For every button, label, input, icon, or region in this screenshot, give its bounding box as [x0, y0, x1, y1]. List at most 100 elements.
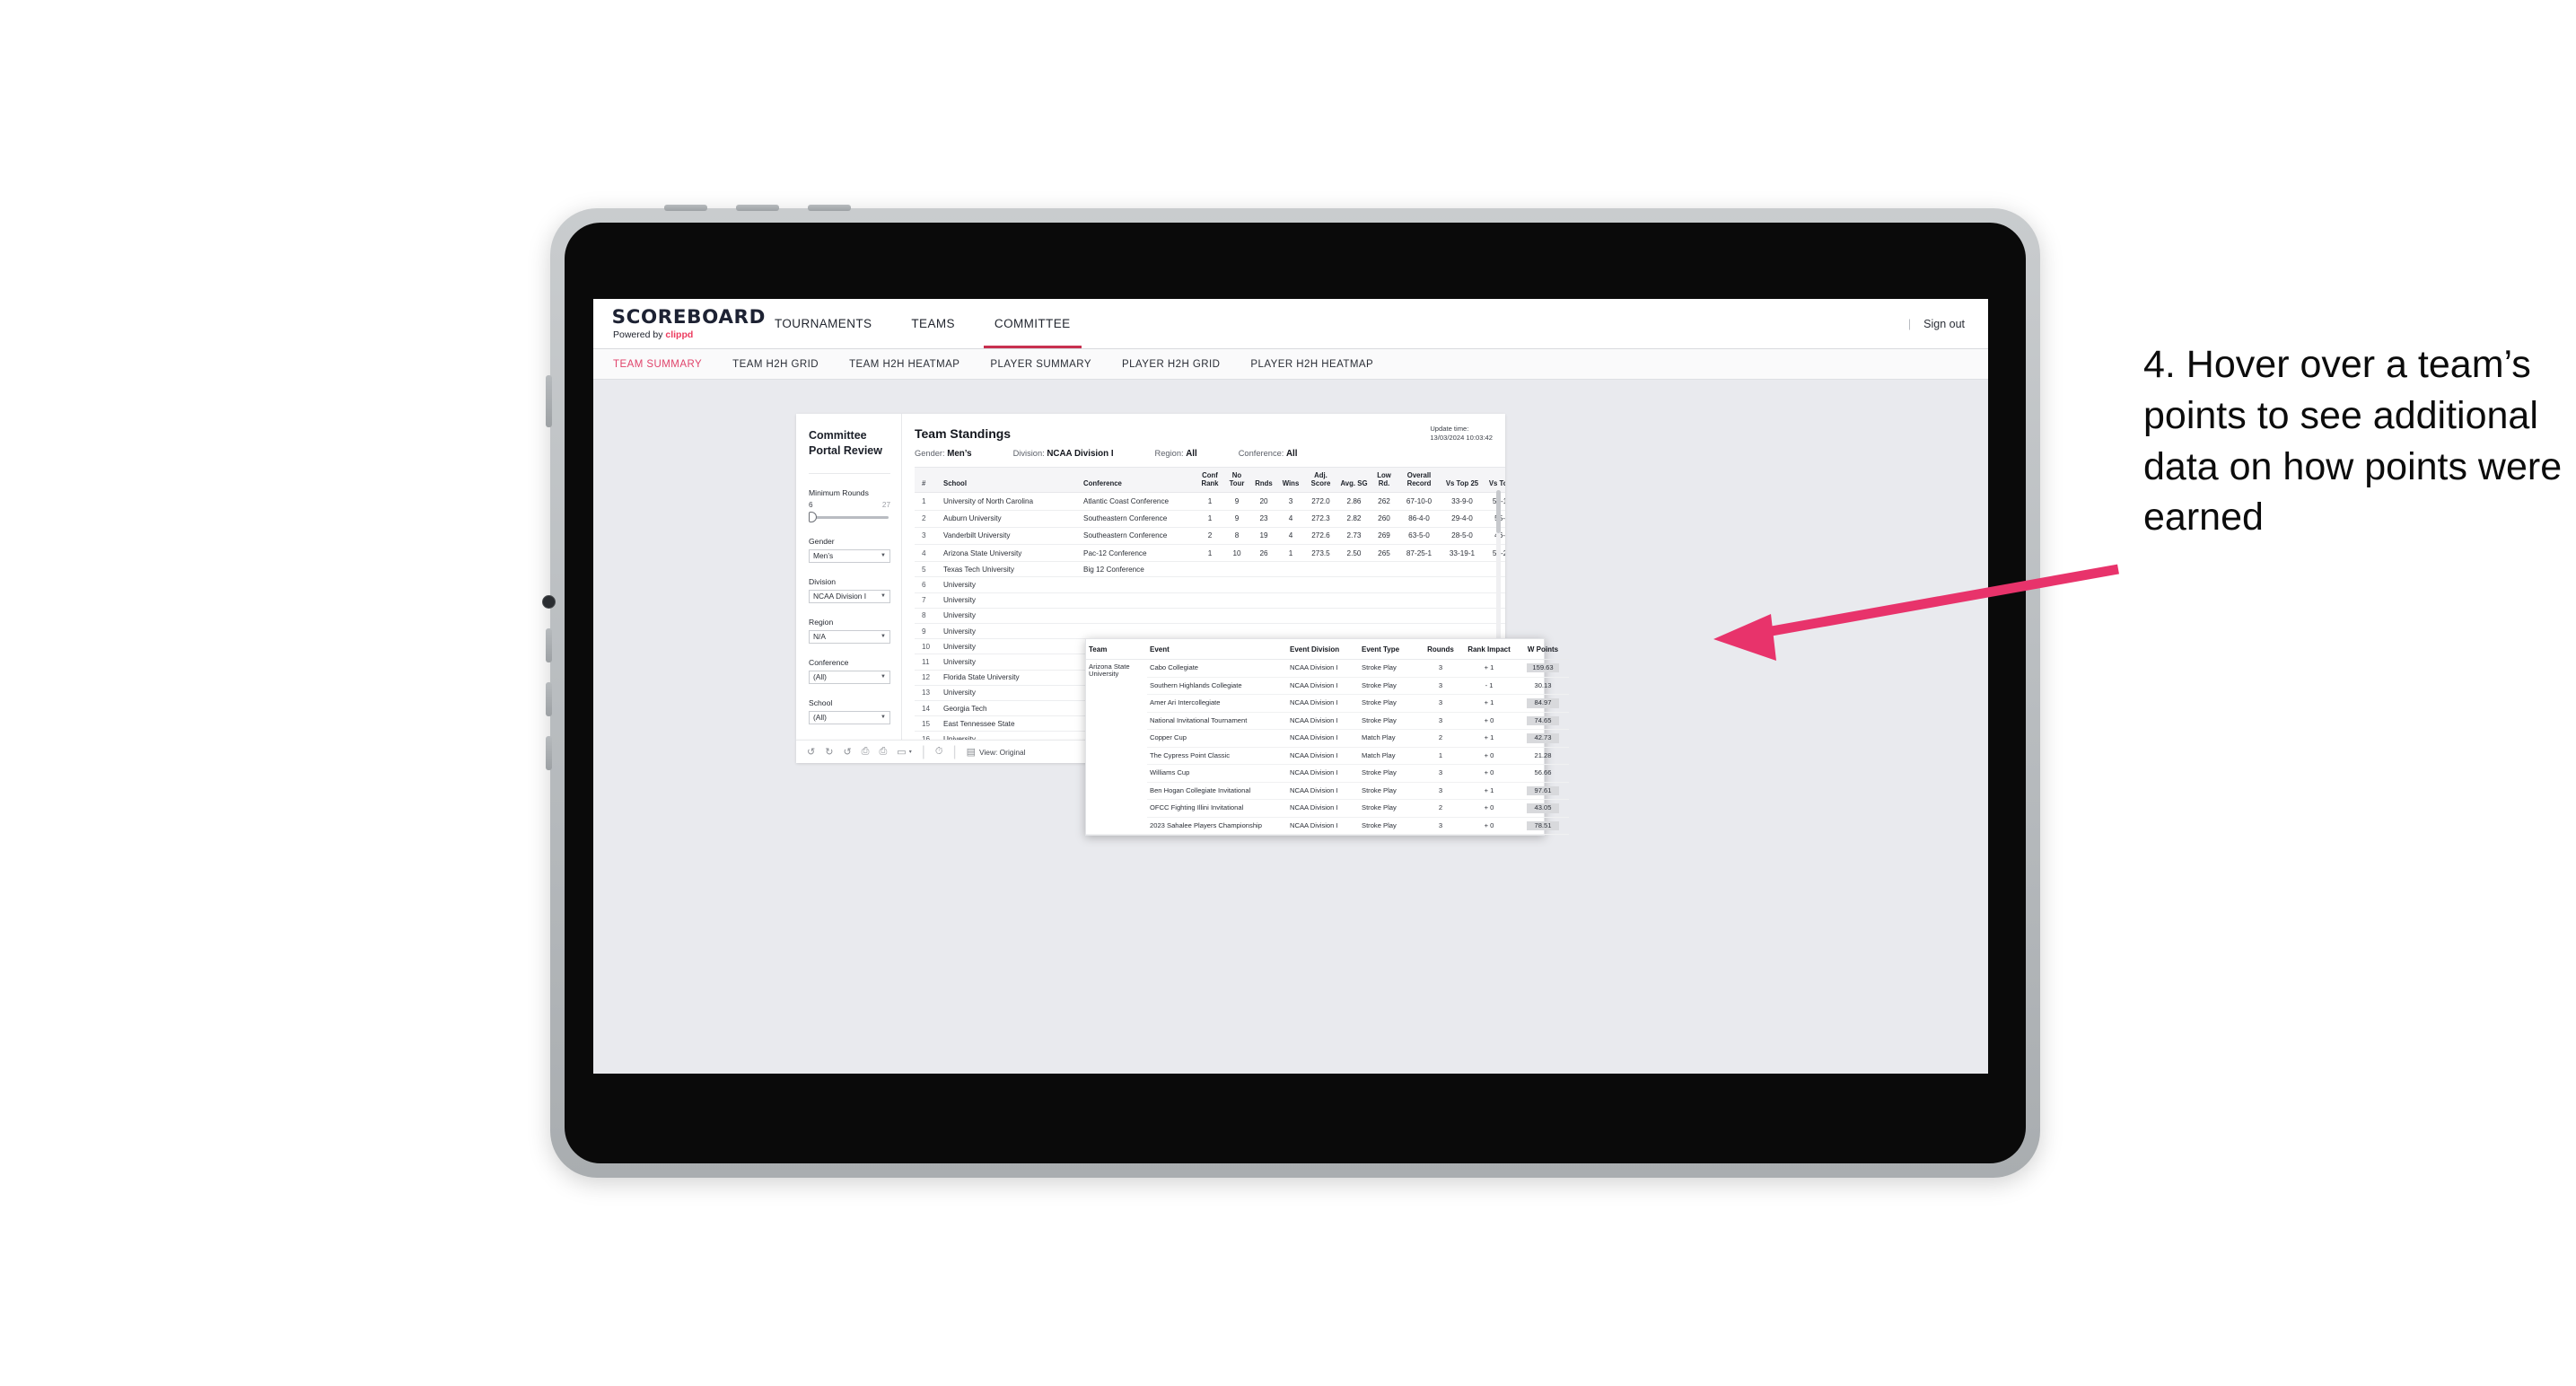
cell-rank: 7: [915, 592, 942, 609]
table-row[interactable]: 4 Arizona State University Pac-12 Conferen…: [915, 544, 1505, 563]
tooltip-cell-rank-impact: + 0: [1461, 712, 1517, 731]
w-points-value: 30.13: [1534, 680, 1552, 689]
cell-vs-top-25: [1441, 623, 1484, 640]
col-rank[interactable]: #: [915, 467, 942, 494]
tab-team-h2h-grid[interactable]: TEAM H2H GRID: [732, 359, 819, 370]
tooltip-cell-rounds: 3: [1420, 764, 1461, 783]
cell-overall-record: 67-10-0: [1398, 492, 1441, 511]
conference-value: (All): [813, 672, 827, 682]
col-vs-top-25[interactable]: Vs Top 25: [1441, 467, 1484, 494]
cell-vs-top-25: [1441, 561, 1484, 578]
tab-player-h2h-heatmap[interactable]: PLAYER H2H HEATMAP: [1250, 359, 1373, 370]
undo-icon[interactable]: ↺: [807, 746, 815, 758]
tooltip-cell-w-points: 21.28: [1517, 747, 1569, 766]
cell-rnds: [1250, 561, 1277, 578]
cell-overall-record: 63-5-0: [1398, 527, 1441, 546]
filter-chip-region-label: Region:: [1154, 449, 1184, 458]
table-row[interactable]: 3 Vanderbilt University Southeastern Confe…: [915, 527, 1505, 546]
col-vs-top-50[interactable]: Vs Top 50: [1484, 467, 1505, 494]
nav-item-tournaments[interactable]: TOURNAMENTS: [755, 299, 891, 348]
tooltip-cell-rounds: 2: [1420, 799, 1461, 818]
table-row[interactable]: 6 University: [915, 576, 1505, 593]
view-original-button[interactable]: ▤ View: Original: [967, 746, 1026, 758]
col-low-rd[interactable]: Low Rd.: [1371, 467, 1398, 494]
tooltip-row: Arizona State University Cabo Collegiate N…: [1086, 659, 1569, 836]
col-school[interactable]: School: [942, 467, 1082, 494]
cell-school: East Tennessee State: [942, 715, 1082, 732]
table-row[interactable]: 5 Texas Tech University Big 12 Conference: [915, 561, 1505, 578]
tooltip-cell-type: Stroke Play: [1359, 817, 1420, 836]
table-row[interactable]: 2 Auburn University Southeastern Conferenc…: [915, 510, 1505, 528]
cell-school: University: [942, 654, 1082, 671]
cell-adj-score: 272.0: [1304, 492, 1337, 511]
tooltip-row: The Cypress Point Classic NCAA Division I…: [1086, 747, 1569, 766]
tooltip-cell-rank-impact: + 0: [1461, 817, 1517, 836]
table-row[interactable]: 1 University of North Carolina Atlantic Co…: [915, 492, 1505, 511]
tooltip-table-body: Arizona State University Cabo Collegiate N…: [1086, 659, 1569, 836]
device-layout-icon[interactable]: ▭ ▾: [897, 746, 911, 758]
pause-icon[interactable]: ⎙: [879, 746, 887, 758]
tab-player-summary[interactable]: PLAYER SUMMARY: [990, 359, 1091, 370]
cell-adj-score: 273.5: [1304, 544, 1337, 563]
division-value: NCAA Division I: [813, 592, 867, 601]
cell-rank: 15: [915, 715, 942, 732]
col-overall-record[interactable]: Overall Record: [1398, 467, 1441, 494]
cell-rank: 11: [915, 654, 942, 671]
col-wins[interactable]: Wins: [1277, 467, 1304, 494]
refresh-icon[interactable]: ⎙: [862, 746, 870, 758]
tablet-side-button: [546, 736, 552, 770]
cell-rank: 3: [915, 527, 942, 546]
minimum-rounds-slider[interactable]: [809, 511, 890, 522]
table-row[interactable]: 9 University: [915, 623, 1505, 640]
division-select[interactable]: NCAA Division I ▼: [809, 589, 890, 603]
tab-team-h2h-heatmap[interactable]: TEAM H2H HEATMAP: [849, 359, 959, 370]
cell-conference: [1082, 576, 1196, 593]
slider-handle[interactable]: [809, 511, 817, 522]
tooltip-cell-division: NCAA Division I: [1287, 799, 1359, 818]
tooltip-cell-type: Stroke Play: [1359, 659, 1420, 678]
col-no-tour[interactable]: No Tour: [1223, 467, 1250, 494]
tooltip-cell-division: NCAA Division I: [1287, 747, 1359, 766]
cell-adj-score: [1304, 561, 1337, 578]
tab-player-h2h-grid[interactable]: PLAYER H2H GRID: [1122, 359, 1220, 370]
cell-low-rd: 265: [1371, 544, 1398, 563]
view-icon: ▤: [966, 747, 977, 758]
cell-school: Florida State University: [942, 670, 1082, 686]
tooltip-cell-rounds: 3: [1420, 694, 1461, 713]
col-adj-score[interactable]: Adj. Score: [1304, 467, 1337, 494]
minimum-rounds-max: 27: [881, 500, 890, 509]
alert-icon[interactable]: ⏱: [935, 746, 943, 758]
nav-item-committee[interactable]: COMMITTEE: [975, 299, 1091, 348]
revert-icon[interactable]: ↺: [843, 746, 851, 758]
brand-logo[interactable]: SCOREBOARD Powered by clippd: [593, 307, 766, 340]
redo-icon[interactable]: ↻: [825, 746, 833, 758]
cell-vs-top-25: 33-9-0: [1441, 492, 1484, 511]
sign-out-link[interactable]: Sign out: [1923, 318, 1965, 330]
school-select[interactable]: (All) ▼: [809, 710, 890, 724]
table-row[interactable]: 7 University: [915, 592, 1505, 609]
standings-table-head: # School Conference Conf Rank No Tour Rn…: [915, 467, 1505, 494]
conference-select[interactable]: (All) ▼: [809, 670, 890, 684]
cell-school: University: [942, 638, 1082, 655]
col-avg-sg[interactable]: Avg. SG: [1337, 467, 1371, 494]
tooltip-cell-rank-impact: + 0: [1461, 747, 1517, 766]
tab-team-summary[interactable]: TEAM SUMMARY: [613, 359, 702, 370]
tooltip-header-row: Team Event Event Division Event Type Rou…: [1086, 639, 1569, 660]
tooltip-row: Southern Highlands Collegiate NCAA Divisi…: [1086, 677, 1569, 696]
scrollbar-thumb[interactable]: [1496, 490, 1501, 533]
col-conference[interactable]: Conference: [1082, 467, 1196, 494]
cell-rank: 2: [915, 510, 942, 528]
col-rnds[interactable]: Rnds: [1250, 467, 1277, 494]
tt-col-event: Event: [1147, 639, 1287, 660]
table-row[interactable]: 8 University: [915, 608, 1505, 625]
slider-track: [812, 515, 889, 519]
w-points-value: 74.65: [1527, 715, 1559, 726]
gender-select[interactable]: Men’s ▼: [809, 548, 890, 563]
cell-rank: 9: [915, 623, 942, 640]
standings-header: Team Standings Update time: 13/03/2024 1…: [902, 414, 1505, 467]
region-select[interactable]: N/A ▼: [809, 629, 890, 644]
cell-conf-rank: 2: [1196, 527, 1223, 546]
nav-item-teams[interactable]: TEAMS: [891, 299, 975, 348]
tooltip-cell-event: Williams Cup: [1147, 764, 1287, 783]
col-conf-rank[interactable]: Conf Rank: [1196, 467, 1223, 494]
